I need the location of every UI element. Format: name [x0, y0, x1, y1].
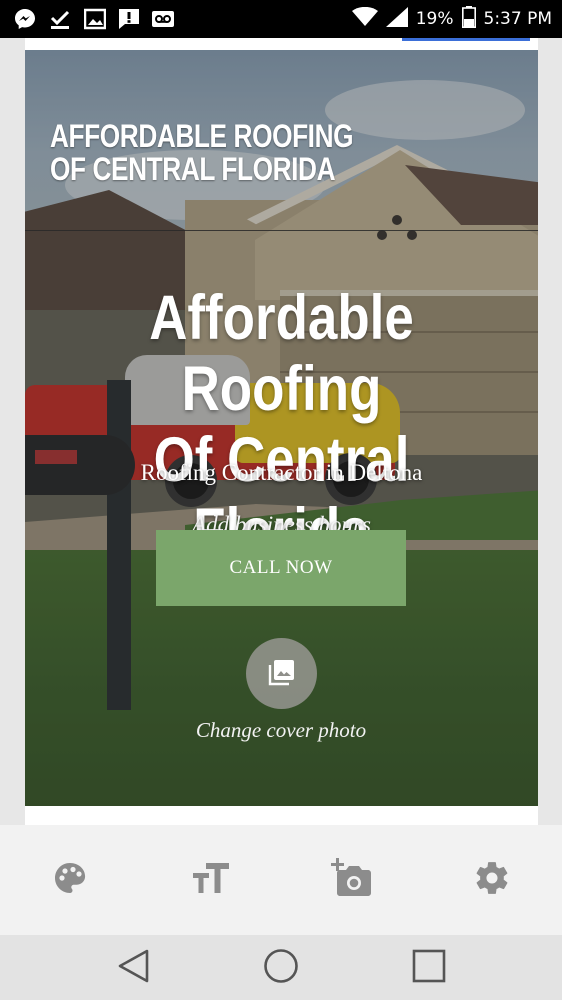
add-photo-icon	[330, 858, 374, 902]
photo-library-icon	[268, 658, 296, 690]
home-button[interactable]	[261, 948, 301, 988]
theme-button[interactable]	[45, 855, 95, 905]
status-right: 19% 5:37 PM	[351, 0, 553, 38]
status-bar: 19% 5:37 PM	[0, 0, 562, 38]
gallery-icon	[82, 7, 108, 31]
voicemail-icon	[150, 7, 176, 31]
wifi-icon	[351, 6, 378, 31]
header-divider	[25, 230, 538, 231]
change-cover-button[interactable]	[246, 638, 317, 709]
checkmark-download-icon	[47, 7, 73, 31]
gear-icon	[473, 859, 511, 901]
recents-icon	[411, 948, 447, 988]
palette-icon	[52, 860, 88, 900]
battery-percent: 19%	[415, 9, 454, 29]
change-cover-label[interactable]: Change cover photo	[0, 718, 562, 743]
website-preview: AFFORDABLE ROOFING OF CENTRAL FLORIDA Af…	[0, 38, 562, 825]
home-icon	[263, 948, 299, 988]
call-now-button[interactable]: CALL NOW	[156, 530, 406, 606]
alert-icon	[116, 7, 142, 31]
back-button[interactable]	[113, 948, 153, 988]
settings-button[interactable]	[467, 855, 517, 905]
system-nav-bar	[0, 935, 562, 1000]
messenger-icon	[12, 7, 38, 31]
text-style-button[interactable]	[186, 855, 236, 905]
headline-line-1: Affordable Roofing	[149, 283, 414, 424]
tab-indicator	[402, 38, 530, 41]
signal-icon	[385, 7, 408, 31]
site-name[interactable]: AFFORDABLE ROOFING OF CENTRAL FLORIDA	[50, 120, 378, 186]
battery-icon	[461, 6, 476, 32]
clock: 5:37 PM	[483, 9, 553, 29]
add-photo-button[interactable]	[327, 855, 377, 905]
back-icon	[116, 948, 150, 988]
editor-toolbar	[0, 825, 562, 935]
recents-button[interactable]	[409, 948, 449, 988]
business-category[interactable]: Roofing Contractor in Deltona	[25, 460, 538, 486]
text-size-icon	[191, 861, 231, 899]
